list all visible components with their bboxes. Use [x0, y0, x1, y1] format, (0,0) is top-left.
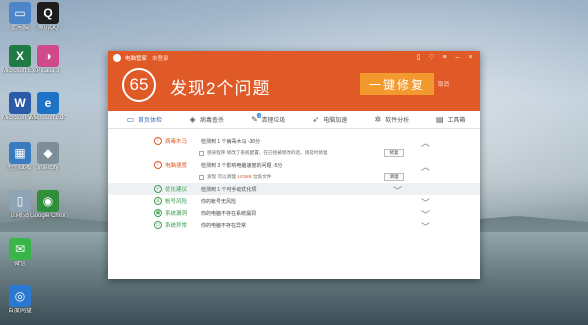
detail-text-suffix: 垃圾文件 [251, 174, 272, 179]
intercity-icon: ◆ [37, 142, 59, 164]
excel-icon: X [9, 45, 31, 67]
one-click-fix-button[interactable]: 一键修复 [360, 73, 434, 95]
result-row[interactable]: ✓ 优化建议 检测到 1 个可手动优化项 ﹀ [108, 183, 480, 196]
tab-gear[interactable]: ✲ 软件分析 [373, 115, 409, 124]
detail-text-main: 感染程序 修改了系统配置，在已经被修改的话，请及时修复 [207, 150, 328, 155]
word-icon: W [9, 92, 31, 114]
chrome-icon: ◉ [37, 190, 59, 212]
tab-toolbox[interactable]: ▤ 工具箱 [435, 115, 465, 124]
result-category: 帐号风险 [165, 199, 188, 205]
result-row[interactable]: ▣ 系统漏洞 你的电脑不存在系统漏洞 ﹀ [148, 207, 468, 220]
desktop-shortcut[interactable]: ◉Google Chrome [30, 190, 66, 220]
tab-broom[interactable]: ✎ 1 清理垃圾 [250, 113, 286, 124]
gear-icon: ✲ [374, 115, 382, 124]
health-score: 65 [122, 68, 156, 102]
result-category: 系统漏洞 [165, 211, 188, 217]
desktop-shortcut-label: Microsoft Edge [30, 115, 66, 121]
cancel-link[interactable]: 取消 [438, 80, 449, 88]
result-row[interactable]: ! 病毒木马 检测到 1 个病毒木马 -30分 ︿ [148, 135, 468, 148]
tab-label: 工具箱 [447, 118, 466, 124]
desktop-shortcut-label: 微信 [13, 261, 26, 267]
scan-results-list: ! 病毒木马 检测到 1 个病毒木马 -30分 ︿ 感染程序 修改了系统配置，在已经被修… [108, 135, 480, 233]
close-button[interactable]: × [467, 53, 474, 62]
desktop-shortcut[interactable]: eMicrosoft Edge [30, 92, 66, 122]
desktop-shortcut-label: Intercity [37, 165, 59, 171]
result-detail: 发现 可以清理 143MB 垃圾文件 清理 [148, 171, 468, 183]
tab-label: 软件分析 [385, 118, 410, 124]
pc-manager-window[interactable]: 电脑管家 未登录 ▯ ♡ ≡ – × 65 发现2个问题 一键修复 取消 ▭ 首页… [108, 51, 480, 279]
chevron-down-icon[interactable]: ﹀ [421, 220, 430, 233]
detail-text: 感染程序 修改了系统配置，在已经被修改的话，请及时修复 [207, 150, 328, 156]
result-detail: 感染程序 修改了系统配置，在已经被修改的话，请及时修复 修复 [148, 147, 468, 159]
result-description: 你的电脑不存在异常 [201, 222, 247, 229]
detail-text-main: 发现 可以清理 [207, 174, 238, 179]
desktop-shortcut-label: Google Chrome [30, 213, 66, 219]
control-panel-icon: ▦ [9, 142, 31, 164]
recycle-bin-icon: ▯ [9, 190, 31, 212]
detail-checkbox[interactable] [199, 174, 204, 180]
app-title: 电脑管家 [125, 56, 148, 62]
warning-icon: ! [154, 161, 162, 169]
result-description: 检测到 1 个病毒木马 -30分 [201, 138, 261, 145]
junk-size-value: 143MB [237, 174, 252, 179]
result-description: 检测到 1 个可手动优化项 [201, 186, 257, 193]
tab-monitor[interactable]: ▭ 首页体检 [126, 115, 162, 124]
tab-label: 清理垃圾 [261, 118, 286, 124]
result-row[interactable]: ♙ 帐号风险 你的帐号无风险 ﹀ [148, 195, 468, 208]
clean-button[interactable]: 清理 [384, 173, 404, 181]
detail-text: 发现 可以清理 143MB 垃圾文件 [207, 174, 271, 180]
desktop-shortcut[interactable]: Q 腾讯QQ [30, 2, 66, 32]
nav-tabs: ▭ 首页体检 ◈ 病毒查杀 ✎ 1 清理垃圾 ➶ 电脑加速 ✲ 软件分析 ▤ 工具箱 [108, 111, 480, 129]
result-category: 优化建议 [165, 187, 188, 193]
desktop-shortcut[interactable]: ◆ Intercity [30, 142, 66, 172]
menu-icon[interactable]: ≡ [441, 53, 448, 62]
result-category: 电脑速度 [165, 163, 188, 169]
desktop-shortcut-label: Picasa 3 [36, 68, 60, 74]
result-description: 你的帐号无风险 [201, 198, 237, 205]
this-pc-icon: ▭ [9, 2, 31, 24]
minimize-button[interactable]: – [454, 53, 461, 62]
detail-checkbox[interactable] [199, 150, 204, 156]
result-row[interactable]: ▭ 系统异常 你的电脑不存在异常 ﹀ [148, 219, 468, 233]
login-status[interactable]: 未登录 [152, 54, 169, 62]
title-bar[interactable]: 电脑管家 未登录 ▯ ♡ ≡ – × [108, 51, 480, 65]
shield-icon: ◈ [189, 115, 196, 124]
result-category: 系统异常 [165, 223, 188, 229]
rocket-icon: ➶ [312, 115, 320, 124]
picasa-icon: ◑ [37, 45, 59, 67]
ok-icon: ✓ [154, 185, 162, 193]
tab-label: 电脑加速 [323, 118, 348, 124]
wechat-icon: ✉ [9, 238, 31, 260]
tab-rocket[interactable]: ➶ 电脑加速 [311, 115, 347, 124]
tab-shield[interactable]: ◈ 病毒查杀 [188, 115, 224, 124]
ok-icon: ▣ [154, 209, 162, 217]
tab-label: 病毒查杀 [200, 118, 225, 124]
result-description: 你的电脑不存在系统漏洞 [201, 210, 257, 217]
window-header: 电脑管家 未登录 ▯ ♡ ≡ – × 65 发现2个问题 一键修复 取消 [108, 51, 480, 111]
toolbox-icon: ▤ [436, 115, 444, 124]
ok-icon: ♙ [154, 197, 162, 205]
desktop-shortcut[interactable]: ◑ Picasa 3 [30, 45, 66, 75]
scan-result-headline: 发现2个问题 [170, 79, 271, 98]
edge-icon: e [37, 92, 59, 114]
repair-button[interactable]: 修复 [384, 149, 404, 157]
desktop-shortcut[interactable]: ✉ 微信 [2, 238, 38, 268]
result-description: 检测到 3 个影响电脑速度的问题 -5分 [201, 162, 283, 169]
ok-icon: ▭ [154, 221, 162, 229]
result-row[interactable]: ! 电脑速度 检测到 3 个影响电脑速度的问题 -5分 ︿ [148, 159, 468, 172]
desktop-shortcut[interactable]: ◎ 百度网盘 [2, 285, 38, 315]
app-logo-icon [113, 54, 121, 62]
desktop-shortcut-label: 腾讯QQ [37, 25, 59, 31]
warning-icon: ! [154, 137, 162, 145]
result-category: 病毒木马 [165, 139, 188, 145]
baidu-netdisk-icon: ◎ [9, 285, 31, 307]
window-controls: ▯ ♡ ≡ – × [415, 53, 474, 62]
desktop-shortcut-label: 百度网盘 [7, 308, 32, 314]
qq-icon: Q [37, 2, 59, 24]
favorite-icon[interactable]: ♡ [428, 53, 435, 62]
tab-label: 首页体检 [138, 118, 163, 124]
monitor-icon: ▭ [126, 115, 135, 124]
skin-icon[interactable]: ▯ [415, 53, 422, 62]
